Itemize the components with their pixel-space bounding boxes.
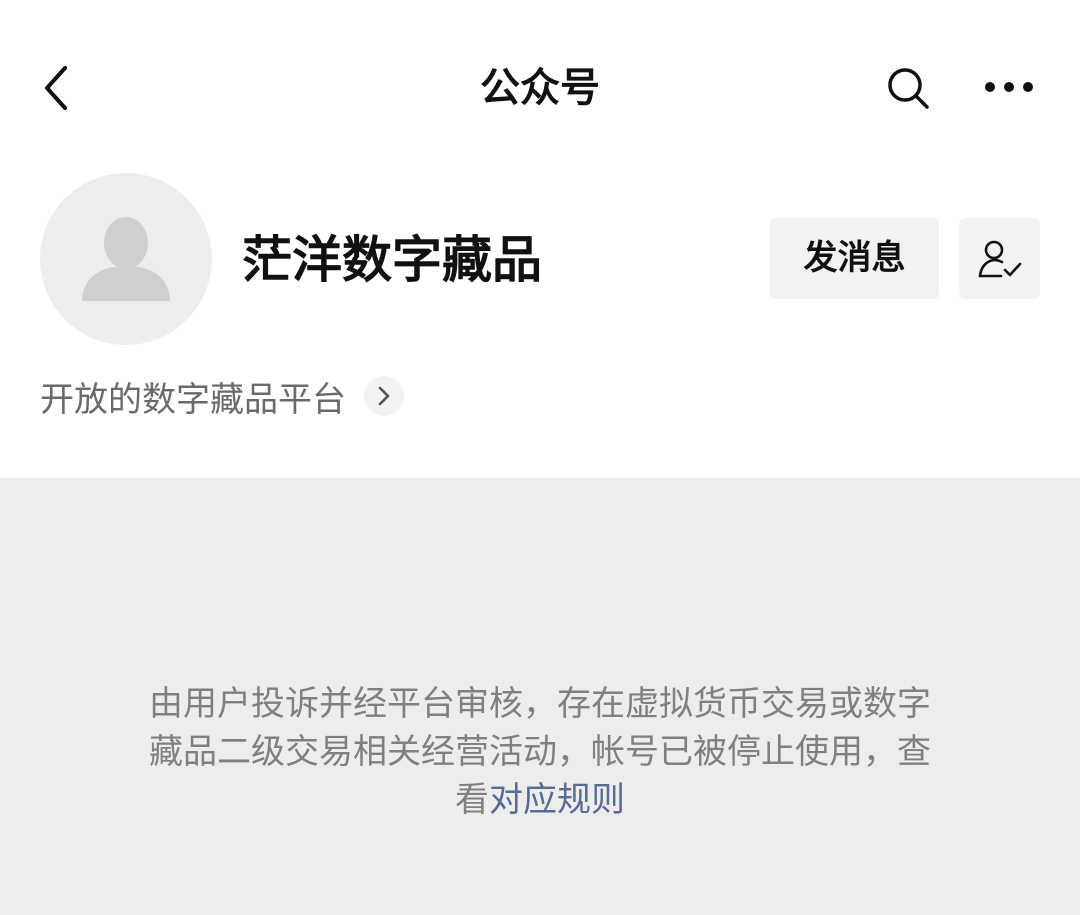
notice-line-3-prefix: 看 [455,780,489,820]
top-navbar: 公众号 [0,0,1080,175]
account-suspended-notice: 由用户投诉并经平台审核，存在虚拟货币交易或数字 藏品二级交易相关经营活动，帐号已… [0,478,1080,915]
notice-line-1: 由用户投诉并经平台审核，存在虚拟货币交易或数字 [149,684,931,724]
send-message-button[interactable]: 发消息 [770,218,939,299]
user-check-icon [978,240,1021,277]
account-profile-page: 公众号 茫洋数字藏品 发消息 开放的数字藏品平台 由用户投诉并经平台审核，存在虚… [0,0,1080,915]
more-button[interactable] [978,62,1040,112]
description-arrow [364,376,404,416]
account-description: 开放的数字藏品平台 [40,379,346,420]
notice-line-2: 藏品二级交易相关经营活动，帐号已被停止使用，查 [149,732,931,772]
chevron-right-icon [378,386,390,406]
avatar[interactable] [40,173,212,345]
default-avatar-icon [82,217,170,301]
notice-text: 由用户投诉并经平台审核，存在虚拟货币交易或数字 藏品二级交易相关经营活动，帐号已… [120,680,960,824]
account-name: 茫洋数字藏品 [242,231,542,289]
more-dots-icon [985,82,1033,92]
chevron-left-icon [45,66,67,110]
rules-link[interactable]: 对应规则 [489,780,625,820]
back-button[interactable] [30,58,82,118]
account-description-row[interactable]: 开放的数字藏品平台 [40,370,404,422]
notice-line-3: 看对应规则 [120,776,960,824]
page-title: 公众号 [480,65,600,111]
search-icon [888,68,929,109]
search-button[interactable] [880,60,936,116]
follow-status-button[interactable] [959,218,1040,299]
